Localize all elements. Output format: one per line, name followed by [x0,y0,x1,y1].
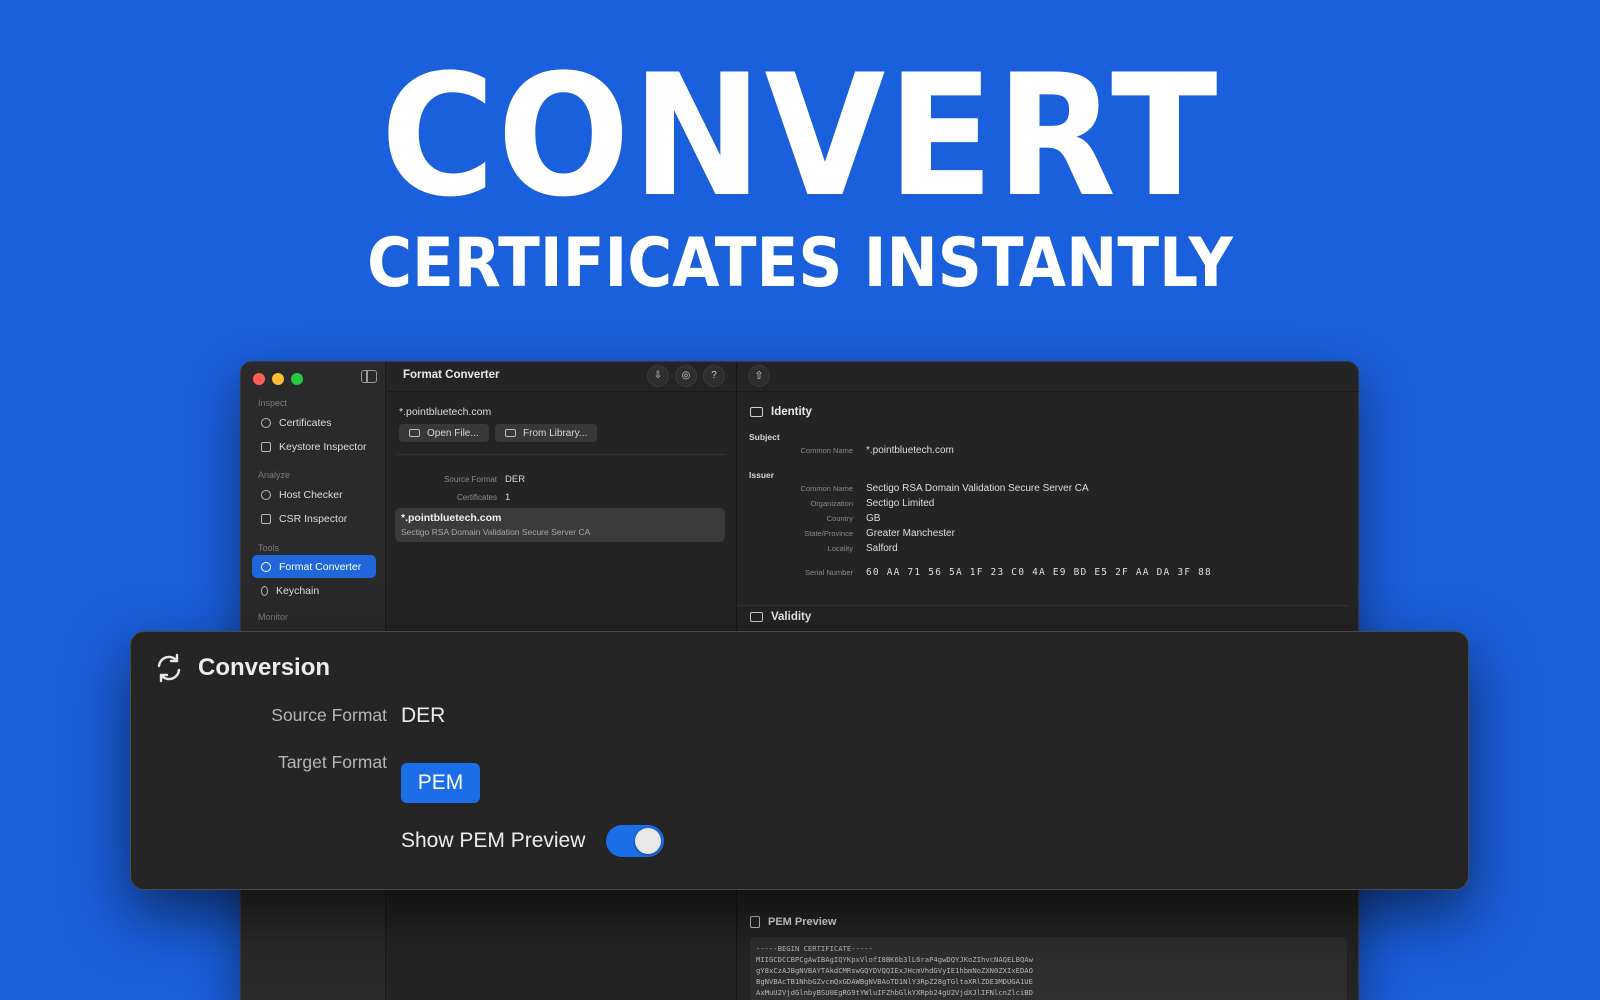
issuer-organization-value: Sectigo Limited [866,498,935,509]
loaded-file-name: *.pointbluetech.com [399,406,492,418]
toggle-knob [635,828,661,854]
zoom-window-button[interactable] [291,373,303,385]
validity-heading-label: Validity [771,611,812,623]
sidebar-item-csr-inspector[interactable]: CSR Inspector [252,507,376,530]
issuer-country-label: Country [826,514,853,523]
show-pem-preview-toggle[interactable] [606,825,664,857]
serial-number-value: 60 AA 71 56 5A 1F 23 C0 4A E9 BD E5 2F A… [866,567,1212,578]
subject-common-name-label: Common Name [800,446,853,455]
sidebar-item-label: Certificates [279,416,332,429]
document-icon [750,916,760,928]
certificate-item-title: *.pointbluetech.com [401,512,502,524]
divider [397,454,726,455]
hero-subtitle: CERTIFICATES INSTANTLY [367,224,1233,303]
target-format-pem-button[interactable]: PEM [401,763,480,803]
conversion-panel: Conversion Source Format DER Target Form… [130,631,1469,890]
id-card-icon [750,407,763,417]
sidebar-item-label: Keystore Inspector [279,440,367,453]
pem-preview-heading: PEM Preview [750,916,836,928]
sidebar-item-certificates[interactable]: Certificates [252,411,376,434]
certificates-count-label: Certificates [456,493,497,502]
panel-target-format-label: Target Format [278,752,387,772]
window-controls [253,373,303,385]
sidebar-item-keychain[interactable]: Keychain [252,579,376,602]
pem-preview-heading-label: PEM Preview [768,916,837,928]
from-library-label: From Library... [523,427,588,439]
sidebar-item-host-checker[interactable]: Host Checker [252,483,376,506]
from-library-button[interactable]: From Library... [495,424,598,442]
pem-preview-text[interactable]: -----BEGIN CERTIFICATE----- MIIGCDCCBPCg… [750,937,1347,1000]
folder-icon [409,429,420,437]
source-format-label: Source Format [444,475,497,484]
sidebar-item-format-converter[interactable]: Format Converter [252,555,376,578]
sidebar-item-label: Keychain [276,584,320,597]
open-file-label: Open File... [427,427,479,439]
sync-icon [157,653,181,683]
share-icon[interactable]: ⇧ [748,365,770,387]
subject-common-name-value: *.pointbluetech.com [866,445,954,456]
sidebar-item-label: Format Converter [279,560,362,573]
hero-title: CONVERT [380,38,1220,234]
serial-number-label: Serial Number [805,568,853,577]
issuer-locality-value: Salford [866,543,898,554]
sidebar-section-monitor: Monitor [258,612,289,622]
issuer-organization-label: Organization [810,499,853,508]
source-format-value: DER [505,474,526,485]
conversion-heading: Conversion [153,652,330,684]
sidebar-item-keystore-inspector[interactable]: Keystore Inspector [252,435,376,458]
divider [738,605,1348,606]
conversion-heading-label: Conversion [198,654,331,681]
certificate-list-item[interactable]: *.pointbluetech.com Sectigo RSA Domain V… [395,508,725,542]
sidebar-item-label: CSR Inspector [279,512,348,525]
shield-icon [261,417,271,428]
help-icon[interactable]: ? [703,365,725,387]
sidebar-section-inspect: Inspect [258,398,288,408]
close-window-button[interactable] [253,373,265,385]
issuer-locality-label: Locality [827,544,853,553]
issuer-common-name-value: Sectigo RSA Domain Validation Secure Ser… [866,483,1089,494]
issuer-state-label: State/Province [804,529,853,538]
key-icon [261,585,268,596]
sidebar-item-label: Host Checker [279,488,343,501]
identity-heading-label: Identity [771,406,812,418]
issuer-common-name-label: Common Name [800,484,853,493]
library-icon [505,429,516,437]
globe-icon [261,489,271,500]
subject-label: Subject [749,432,780,442]
calendar-icon [750,612,763,622]
validity-heading: Validity [750,611,811,623]
export-file-icon[interactable]: ⇩ [647,365,669,387]
minimize-window-button[interactable] [272,373,284,385]
sidebar-toggle-icon[interactable] [361,370,377,383]
document-icon [261,441,271,452]
panel-source-format-label: Source Format [271,705,387,725]
certificate-item-issuer: Sectigo RSA Domain Validation Secure Ser… [401,527,591,537]
panel-source-format-value: DER [401,704,446,727]
document-icon [261,513,271,524]
toolbar-divider [738,391,1358,392]
certificates-count-value: 1 [505,492,511,503]
issuer-state-value: Greater Manchester [866,528,955,539]
convert-icon [261,561,271,572]
settings-icon[interactable]: ◎ [675,365,697,387]
issuer-label: Issuer [749,470,775,480]
identity-heading: Identity [750,406,812,418]
issuer-country-value: GB [866,513,881,524]
pane-title: Format Converter [403,369,500,381]
sidebar-section-analyze: Analyze [258,470,291,480]
show-pem-preview-label: Show PEM Preview [401,829,586,852]
toolbar-divider [387,391,736,392]
open-file-button[interactable]: Open File... [399,424,489,442]
sidebar-section-tools: Tools [258,543,280,553]
